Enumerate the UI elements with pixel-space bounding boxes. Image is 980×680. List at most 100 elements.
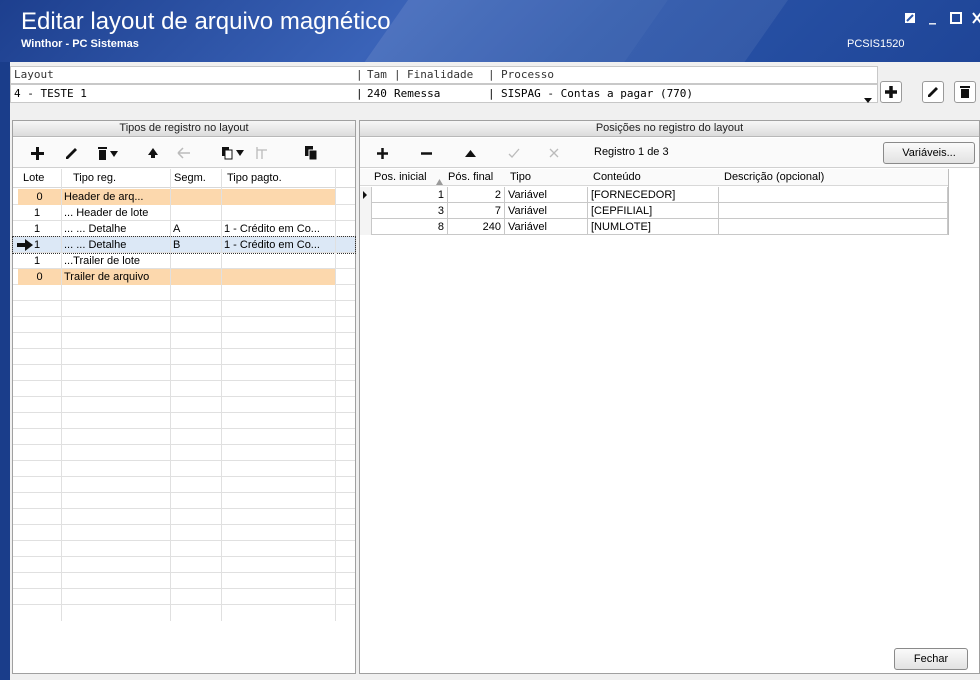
edit-layout-button[interactable] [922,81,944,103]
maximize-icon[interactable] [950,12,962,27]
cell-tipo[interactable]: Variável [505,187,588,203]
empty-row [13,573,355,589]
col-conteudo[interactable]: Conteúdo [593,169,641,185]
cell-tipo: ... Header de lote [64,207,149,219]
record-type-row[interactable]: 1 ... Header de lote [13,205,355,221]
row-indicator[interactable] [360,203,372,219]
processo-label: Processo [501,68,554,81]
delete-record-icon[interactable] [97,145,119,161]
empty-row [13,477,355,493]
empty-row [13,413,355,429]
row-indicator[interactable] [360,187,372,203]
col-tipo-reg[interactable]: Tipo reg. [73,169,116,187]
positions-grid: Pos. inicial Pós. final Tipo Conteúdo De… [360,169,979,673]
move-left-icon[interactable] [177,145,191,161]
empty-row [13,365,355,381]
delete-layout-button[interactable] [954,81,976,103]
cell-lote: 0 [18,269,61,285]
col-tipo-pagto[interactable]: Tipo pagto. [227,169,282,187]
cell-pagto [221,253,335,269]
cell-tipo[interactable]: Variável [505,219,588,235]
col-tipo[interactable]: Tipo [510,169,531,185]
empty-row [13,557,355,573]
cancel-icon[interactable] [549,145,559,161]
paste-record-icon[interactable] [305,145,317,161]
window-title: Editar layout de arquivo magnético [21,8,391,35]
add-layout-button[interactable] [880,81,902,103]
cell-segm: A [173,223,181,235]
record-types-toolbar [13,138,355,168]
empty-row [13,461,355,477]
empty-row [13,317,355,333]
restore-icon[interactable] [904,12,916,27]
cell-tipo[interactable]: Variável [505,203,588,219]
indent-icon[interactable] [255,145,269,161]
move-up-icon[interactable] [147,145,159,161]
cell-conteudo[interactable]: [FORNECEDOR] [588,187,719,203]
variables-button[interactable]: Variáveis... [883,142,975,164]
positions-toolbar: Registro 1 de 3 Variáveis... [360,138,979,168]
main-area: Layout | Tam | Finalidade | Processo 4 -… [10,62,980,680]
record-type-row[interactable]: 1 ... ... Detalhe A 1 - Crédito em Co... [13,221,355,237]
cell-desc[interactable] [719,203,948,219]
empty-row [13,285,355,301]
edit-record-icon[interactable] [65,145,78,161]
record-types-panel: Tipos de registro no layout Lote Tipo re… [12,120,356,674]
sort-asc-icon [436,174,443,185]
close-button[interactable]: Fechar [894,648,968,670]
add-record-icon[interactable] [31,145,44,161]
empty-row [13,333,355,349]
routine-code: PCSIS1520 [847,38,905,50]
position-row[interactable]: 1 2 Variável [FORNECEDOR] [360,187,948,203]
cell-ini[interactable]: 8 [372,219,448,235]
cell-desc[interactable] [719,219,948,235]
cell-segm [170,189,221,205]
cell-lote: 1 [33,223,41,235]
record-counter: Registro 1 de 3 [594,146,669,158]
empty-row [13,525,355,541]
col-segm[interactable]: Segm. [174,169,206,187]
col-pos-final[interactable]: Pós. final [448,169,493,185]
finalidade-label: Finalidade [407,68,474,81]
tam-label: Tam [367,68,387,81]
col-descricao[interactable]: Descrição (opcional) [724,169,824,185]
trash-icon [960,86,970,98]
cell-desc[interactable] [719,187,948,203]
cell-fim[interactable]: 7 [448,203,505,219]
copy-record-icon[interactable] [221,145,245,161]
cell-ini[interactable]: 1 [372,187,448,203]
cell-lote: 1 [33,207,41,219]
confirm-icon[interactable] [508,145,520,161]
cell-tipo: ... ... Detalhe [64,239,127,251]
window-frame [0,62,10,680]
remove-position-icon[interactable] [421,145,432,161]
minimize-icon[interactable]: _ [929,10,936,24]
cell-tipo: ...Trailer de lote [64,255,141,267]
layout-selector[interactable] [10,84,878,103]
dropdown-arrow-icon[interactable] [864,93,872,106]
position-row[interactable]: 8 240 Variável [NUMLOTE] [360,219,948,235]
cell-segm [170,253,221,269]
record-type-row[interactable]: 0 Trailer de arquivo [13,269,355,285]
row-indicator[interactable] [360,219,372,235]
positions-title: Posições no registro do layout [360,121,979,137]
current-row-arrow-icon [17,239,33,254]
cell-pagto [221,269,335,285]
cell-fim[interactable]: 240 [448,219,505,235]
col-pos-inicial[interactable]: Pos. inicial [374,169,427,185]
move-up-position-icon[interactable] [465,145,476,161]
add-position-icon[interactable] [377,145,388,161]
record-type-row[interactable]: 0 Header de arq... [13,189,355,205]
empty-row [13,509,355,525]
empty-row [13,445,355,461]
close-icon[interactable] [972,12,980,27]
plus-icon [885,86,897,98]
cell-conteudo[interactable]: [CEPFILIAL] [588,203,719,219]
cell-ini[interactable]: 3 [372,203,448,219]
col-lote[interactable]: Lote [23,169,44,187]
record-type-row[interactable]: 1... ... Detalhe B 1 - Crédito em Co... [12,236,356,254]
record-type-row[interactable]: 1 ...Trailer de lote [13,253,355,269]
position-row[interactable]: 3 7 Variável [CEPFILIAL] [360,203,948,219]
cell-fim[interactable]: 2 [448,187,505,203]
cell-conteudo[interactable]: [NUMLOTE] [588,219,719,235]
